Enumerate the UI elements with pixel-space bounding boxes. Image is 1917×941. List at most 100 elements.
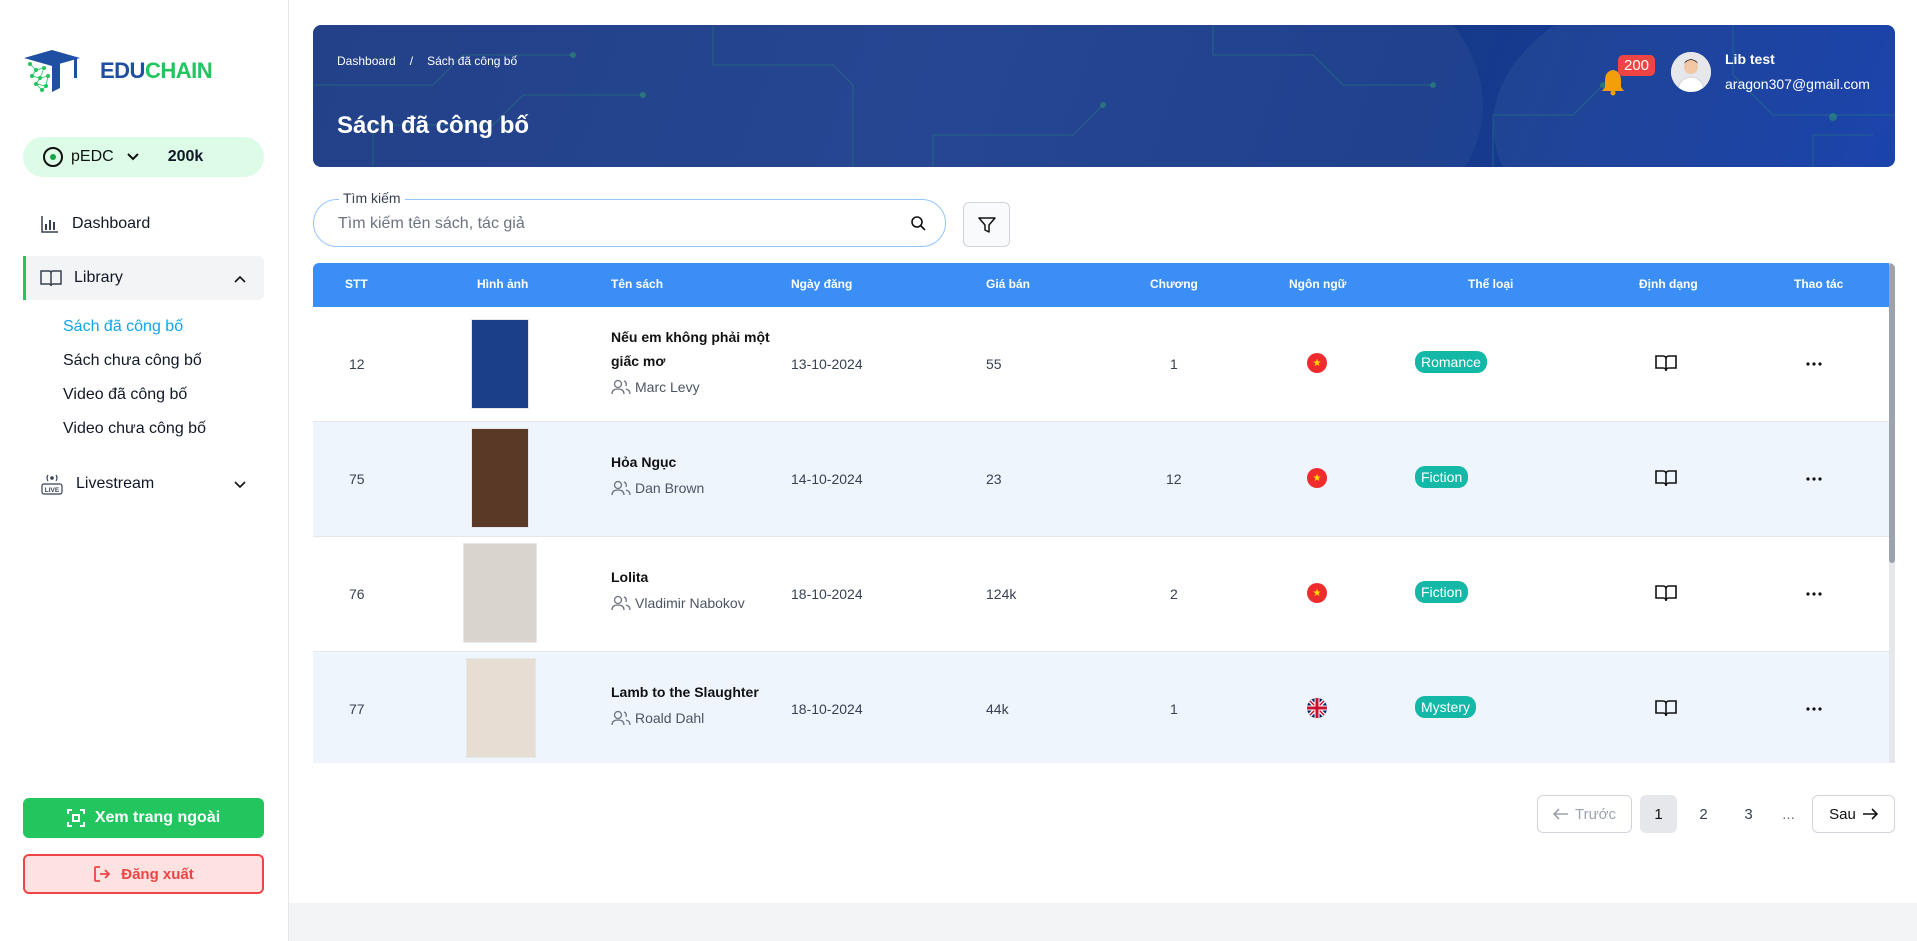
book-title[interactable]: Hỏa Ngục bbox=[611, 450, 771, 474]
cell-price: 124k bbox=[986, 586, 1017, 602]
cell-stt: 12 bbox=[349, 356, 365, 372]
search-label: Tìm kiếm bbox=[339, 190, 405, 206]
brand-part2: CHAIN bbox=[144, 58, 213, 83]
page-3-button[interactable]: 3 bbox=[1730, 795, 1767, 833]
col-actions: Thao tác bbox=[1794, 277, 1844, 291]
book-open-icon[interactable] bbox=[1655, 469, 1677, 490]
genre-badge: Fiction bbox=[1415, 466, 1469, 488]
author: Vladimir Nabokov bbox=[611, 595, 771, 611]
avatar[interactable] bbox=[1671, 52, 1711, 92]
brand-wordmark: EDUCHAIN bbox=[100, 58, 213, 84]
wallet-selector[interactable]: pEDC 200k bbox=[23, 137, 264, 177]
book-cover-image[interactable] bbox=[471, 428, 529, 528]
search-icon[interactable] bbox=[910, 215, 926, 236]
genre-badge: Mystery bbox=[1415, 696, 1476, 718]
users-icon bbox=[611, 480, 631, 496]
chevron-down-icon[interactable] bbox=[126, 150, 140, 165]
book-title[interactable]: Lamb to the Slaughter bbox=[611, 680, 771, 704]
book-title[interactable]: Nếu em không phải một giấc mơ bbox=[611, 325, 771, 373]
user-email: aragon307@gmail.com bbox=[1725, 76, 1870, 92]
book-open-icon[interactable] bbox=[1655, 354, 1677, 375]
col-title: Tên sách bbox=[611, 277, 664, 291]
table-row[interactable]: 77 Lamb to the Slaughter Roald Dahl 18-1… bbox=[313, 652, 1895, 763]
logout-label: Đăng xuất bbox=[121, 865, 194, 883]
library-submenu: Sách đã công bố Sách chưa công bố Video … bbox=[23, 310, 264, 446]
sidebar-nav: Dashboard Library Sách đã công bố Sách c… bbox=[23, 202, 264, 506]
author-name: Marc Levy bbox=[635, 379, 700, 395]
breadcrumb-current: Sách đã công bố bbox=[427, 54, 518, 68]
author-name: Roald Dahl bbox=[635, 710, 705, 726]
more-options-icon[interactable] bbox=[1806, 584, 1822, 600]
submenu-published-videos[interactable]: Video đã công bố bbox=[63, 378, 264, 412]
next-page-button[interactable]: Sau bbox=[1812, 795, 1895, 833]
brand-logo[interactable]: EDUCHAIN bbox=[22, 48, 213, 94]
more-options-icon[interactable] bbox=[1806, 354, 1822, 370]
book-cover-image[interactable] bbox=[463, 543, 537, 643]
more-options-icon[interactable] bbox=[1806, 699, 1822, 715]
circuit-pattern bbox=[313, 25, 1895, 167]
page-title: Sách đã công bố bbox=[337, 112, 530, 139]
col-chapters: Chương bbox=[1150, 277, 1198, 291]
col-image: Hình ảnh bbox=[477, 277, 529, 291]
logout-button[interactable]: Đăng xuất bbox=[23, 854, 264, 894]
book-cover-image[interactable] bbox=[471, 319, 529, 409]
view-site-button[interactable]: Xem trang ngoài bbox=[23, 798, 264, 838]
prev-label: Trước bbox=[1575, 805, 1616, 823]
footer-strip bbox=[289, 903, 1917, 941]
cell-title: Lolita Vladimir Nabokov bbox=[611, 565, 771, 611]
cell-stt: 75 bbox=[349, 471, 365, 487]
cell-date: 18-10-2024 bbox=[791, 586, 863, 602]
breadcrumb-separator: / bbox=[409, 54, 414, 68]
book-open-icon[interactable] bbox=[1655, 699, 1677, 720]
col-date: Ngày đăng bbox=[791, 277, 853, 291]
cell-title: Lamb to the Slaughter Roald Dahl bbox=[611, 680, 771, 726]
chevron-down-icon[interactable] bbox=[234, 476, 246, 492]
table-row[interactable]: 76 Lolita Vladimir Nabokov 18-10-2024 12… bbox=[313, 537, 1895, 652]
filter-button[interactable] bbox=[963, 202, 1010, 247]
cell-date: 18-10-2024 bbox=[791, 701, 863, 717]
author: Roald Dahl bbox=[611, 710, 771, 726]
book-title[interactable]: Lolita bbox=[611, 565, 771, 589]
sidebar-item-dashboard[interactable]: Dashboard bbox=[23, 202, 264, 246]
brand-part1: EDU bbox=[100, 58, 145, 83]
genre-badge: Romance bbox=[1415, 351, 1487, 373]
logout-icon bbox=[94, 866, 111, 882]
cell-title: Nếu em không phải một giấc mơ Marc Levy bbox=[611, 325, 771, 395]
search-box: Tìm kiếm bbox=[313, 190, 946, 247]
arrow-left-icon bbox=[1553, 808, 1568, 820]
wallet-amount: 200k bbox=[167, 148, 204, 165]
cell-chapters: 1 bbox=[1170, 356, 1178, 372]
chevron-up-icon[interactable] bbox=[234, 270, 246, 286]
submenu-unpublished-books[interactable]: Sách chưa công bố bbox=[63, 344, 264, 378]
sidebar-item-livestream[interactable]: LIVE Livestream bbox=[23, 462, 264, 506]
sidebar-item-label: Library bbox=[74, 269, 123, 286]
author: Dan Brown bbox=[611, 480, 771, 496]
table-row[interactable]: 75 Hỏa Ngục Dan Brown 14-10-2024 23 12 ★… bbox=[313, 422, 1895, 537]
table-scrollbar[interactable] bbox=[1889, 263, 1895, 763]
cell-price: 44k bbox=[986, 701, 1009, 717]
page-2-button[interactable]: 2 bbox=[1685, 795, 1722, 833]
search-input[interactable] bbox=[338, 213, 878, 235]
sidebar-item-label: Livestream bbox=[76, 475, 155, 492]
author: Marc Levy bbox=[611, 379, 771, 395]
cell-chapters: 12 bbox=[1166, 471, 1182, 487]
view-site-label: Xem trang ngoài bbox=[94, 809, 221, 826]
book-open-icon[interactable] bbox=[1655, 584, 1677, 605]
table-row[interactable]: 12 Nếu em không phải một giấc mơ Marc Le… bbox=[313, 307, 1895, 422]
more-options-icon[interactable] bbox=[1806, 469, 1822, 485]
cell-date: 14-10-2024 bbox=[791, 471, 863, 487]
live-icon: LIVE bbox=[41, 474, 63, 495]
breadcrumb-dashboard-link[interactable]: Dashboard bbox=[337, 54, 396, 68]
page-1-button[interactable]: 1 bbox=[1640, 795, 1677, 833]
scrollbar-thumb[interactable] bbox=[1889, 263, 1895, 563]
submenu-unpublished-videos[interactable]: Video chưa công bố bbox=[63, 412, 264, 446]
prev-page-button[interactable]: Trước bbox=[1537, 795, 1632, 833]
vietnam-flag-icon: ★ bbox=[1307, 583, 1327, 603]
table-body: 12 Nếu em không phải một giấc mơ Marc Le… bbox=[313, 307, 1895, 763]
sidebar-item-label: Dashboard bbox=[72, 215, 151, 232]
col-language: Ngôn ngữ bbox=[1289, 277, 1347, 291]
users-icon bbox=[611, 710, 631, 726]
submenu-published-books[interactable]: Sách đã công bố bbox=[63, 310, 264, 344]
book-cover-image[interactable] bbox=[466, 658, 536, 758]
sidebar-item-library[interactable]: Library bbox=[23, 256, 264, 300]
